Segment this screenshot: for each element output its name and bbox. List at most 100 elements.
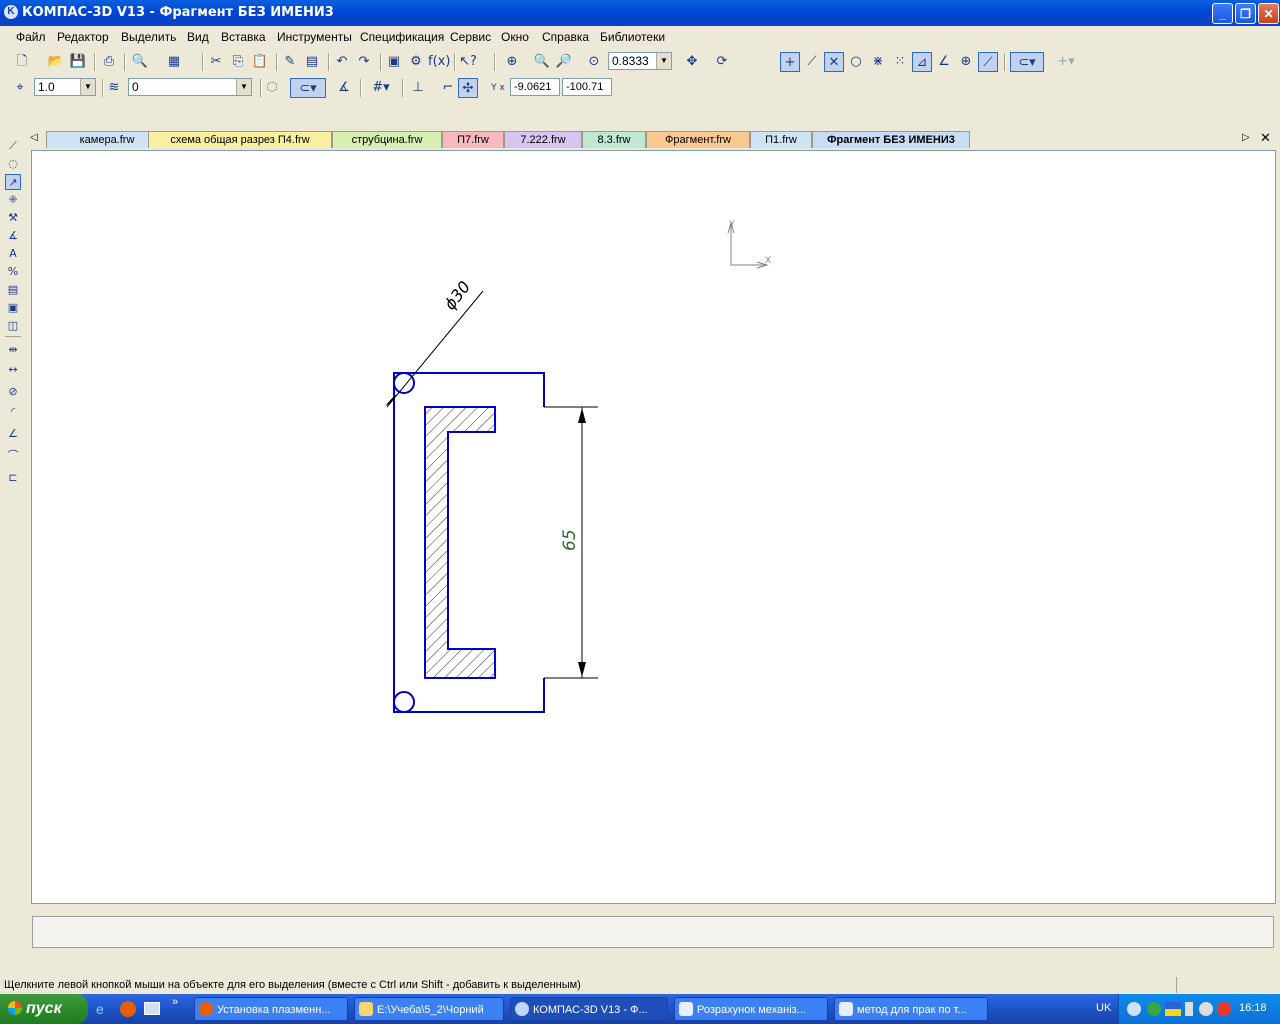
diameter-dim-icon[interactable]: ⊘	[5, 384, 21, 400]
tray-search-icon[interactable]	[1199, 1002, 1213, 1016]
drawing-area[interactable]: Y X ϕ30 65	[31, 150, 1276, 904]
hatched-section[interactable]	[424, 406, 496, 679]
task-kompas[interactable]: КОМПАС-3D V13 - Ф...	[510, 997, 668, 1021]
help-pointer-icon[interactable]: ↖?	[458, 52, 478, 72]
list-icon[interactable]: ▤	[302, 52, 322, 72]
geometry-icon[interactable]: ⟋	[5, 138, 21, 154]
tab-fragment-unnamed[interactable]: Фрагмент БЕЗ ИМЕНИ3	[812, 131, 970, 148]
width-dim-icon[interactable]: ↔	[5, 362, 21, 378]
cut-icon[interactable]: ✂	[206, 52, 226, 72]
paste-icon[interactable]: 📋	[250, 52, 270, 72]
snap-intersection-icon[interactable]: ✕	[824, 52, 844, 72]
tray-back-icon[interactable]	[1127, 1002, 1141, 1016]
ie-icon[interactable]: e	[96, 1001, 112, 1017]
circle-bottom[interactable]	[393, 691, 415, 713]
save-icon[interactable]: 💾	[68, 52, 88, 72]
menu-specification[interactable]: Спецификация	[360, 30, 444, 44]
open-folder-icon[interactable]: 📂	[46, 52, 66, 72]
tab-83[interactable]: 8.3.frw	[582, 131, 646, 148]
selection-icon[interactable]: ↗	[5, 174, 21, 190]
tab-p7[interactable]: П7.frw	[442, 131, 504, 148]
diameter-dimension[interactable]: ϕ30	[385, 277, 484, 408]
snap-normal-icon[interactable]: ⋇	[868, 52, 888, 72]
snap-grid-icon[interactable]: ⁙	[890, 52, 910, 72]
grid-icon[interactable]: #▾	[366, 78, 396, 98]
print-icon[interactable]: ⎙	[99, 52, 119, 72]
menu-select[interactable]: Выделить	[121, 30, 176, 44]
ortho-icon[interactable]: ∡	[334, 78, 354, 98]
undo-icon[interactable]: ↶	[332, 52, 352, 72]
linear-dim-icon[interactable]: ⇹	[5, 342, 21, 358]
menu-tools[interactable]: Инструменты	[277, 30, 352, 44]
tab-fragment[interactable]: Фрагмент.frw	[646, 131, 750, 148]
manager-icon[interactable]: ▦	[164, 52, 184, 72]
tab-scroll-left-icon[interactable]: ◁	[30, 132, 38, 143]
tab-scroll-right-icon[interactable]: ▷	[1242, 132, 1250, 143]
copy-icon[interactable]: ⎘	[228, 52, 248, 72]
report-icon[interactable]: ▤	[5, 282, 21, 298]
menu-help[interactable]: Справка	[542, 30, 589, 44]
zoom-window-icon[interactable]: ⊕	[502, 52, 522, 72]
menu-libraries[interactable]: Библиотеки	[600, 30, 665, 44]
pan-icon[interactable]: ✥	[682, 52, 702, 72]
menu-service[interactable]: Сервис	[450, 30, 491, 44]
tab-close-icon[interactable]: ✕	[1260, 130, 1271, 146]
menu-edit[interactable]: Редактор	[57, 30, 109, 44]
coord-x-field[interactable]: -9.0621	[510, 78, 560, 96]
zoom-combo[interactable]: 0.8333 ▼	[608, 52, 672, 70]
menu-file[interactable]: Файл	[16, 30, 46, 44]
tab-p1[interactable]: П1.frw	[750, 131, 812, 148]
task-word-2[interactable]: метод для прак по т...	[834, 997, 988, 1021]
local-cs-icon[interactable]: ⊥	[408, 78, 428, 98]
maximize-button[interactable]: ❐	[1235, 3, 1256, 24]
preview-icon[interactable]: 🔍	[130, 52, 150, 72]
snap-on-curve-icon[interactable]: ⟋	[978, 52, 998, 72]
properties-icon[interactable]: ✎	[280, 52, 300, 72]
refresh-icon[interactable]: ⟳	[712, 52, 732, 72]
function-icon[interactable]: f(x)	[428, 52, 450, 72]
task-word-1[interactable]: Розрахунок механіз...	[674, 997, 828, 1021]
ortho-mode-icon[interactable]: ⌐	[438, 78, 458, 98]
snap-tangent-icon[interactable]: ○	[846, 52, 866, 72]
snap-nearest-icon[interactable]: ⟋	[802, 52, 822, 72]
measure-icon[interactable]: ∡	[5, 228, 21, 244]
specification-icon[interactable]: %	[5, 264, 21, 280]
minimize-button[interactable]: _	[1212, 3, 1233, 24]
task-firefox[interactable]: Установка плазменн...	[194, 997, 348, 1021]
tray-alert-icon[interactable]	[1217, 1002, 1231, 1016]
menu-view[interactable]: Вид	[187, 30, 209, 44]
language-indicator[interactable]: UK	[1096, 1002, 1111, 1014]
snap-toggle-icon[interactable]: ✣	[458, 78, 478, 98]
designations-icon[interactable]: A	[5, 246, 21, 262]
snap-angle-icon[interactable]: ∠	[934, 52, 954, 72]
tray-skype-icon[interactable]	[1147, 1002, 1161, 1016]
zoom-in-icon[interactable]: 🔍	[532, 52, 552, 72]
snap-middle-icon[interactable]: ⊿	[912, 52, 932, 72]
menu-window[interactable]: Окно	[501, 30, 529, 44]
new-document-icon[interactable]: 🗋	[12, 52, 32, 72]
edit-icon[interactable]: ⁜	[5, 192, 21, 208]
step-combo[interactable]: 1.0 ▼	[34, 78, 96, 96]
angle-dim-icon[interactable]: ∠	[5, 426, 21, 442]
dimensions-icon[interactable]: ◌	[5, 156, 21, 172]
radial-dim-icon[interactable]: ◜	[5, 404, 21, 420]
tab-skhema[interactable]: схема общая разрез П4.frw	[148, 131, 332, 148]
magnet-snap-icon[interactable]: ⊂▾	[290, 78, 326, 98]
length-dimension[interactable]: 65	[544, 406, 598, 679]
start-button[interactable]: пуск	[0, 994, 88, 1024]
layer-props-icon[interactable]: ⬡	[262, 78, 282, 98]
tray-network-icon[interactable]	[1165, 1002, 1181, 1016]
menu-insert[interactable]: Вставка	[221, 30, 266, 44]
close-button[interactable]: ✕	[1258, 3, 1279, 24]
circle-top[interactable]	[393, 372, 415, 394]
snap-center-icon[interactable]: ⊕	[956, 52, 976, 72]
quicklaunch-more-icon[interactable]: »	[172, 996, 178, 1008]
tab-strubtsina[interactable]: струбцина.frw	[332, 131, 442, 148]
library-icon[interactable]: ◫	[5, 318, 21, 334]
tab-7222[interactable]: 7.222.frw	[504, 131, 582, 148]
show-desktop-icon[interactable]	[144, 1002, 160, 1015]
zoom-out-icon[interactable]: 🔎	[554, 52, 574, 72]
variables-icon[interactable]: ⚙	[406, 52, 426, 72]
redo-icon[interactable]: ↷	[354, 52, 374, 72]
chain-dim-icon[interactable]: ⊏	[5, 470, 21, 486]
